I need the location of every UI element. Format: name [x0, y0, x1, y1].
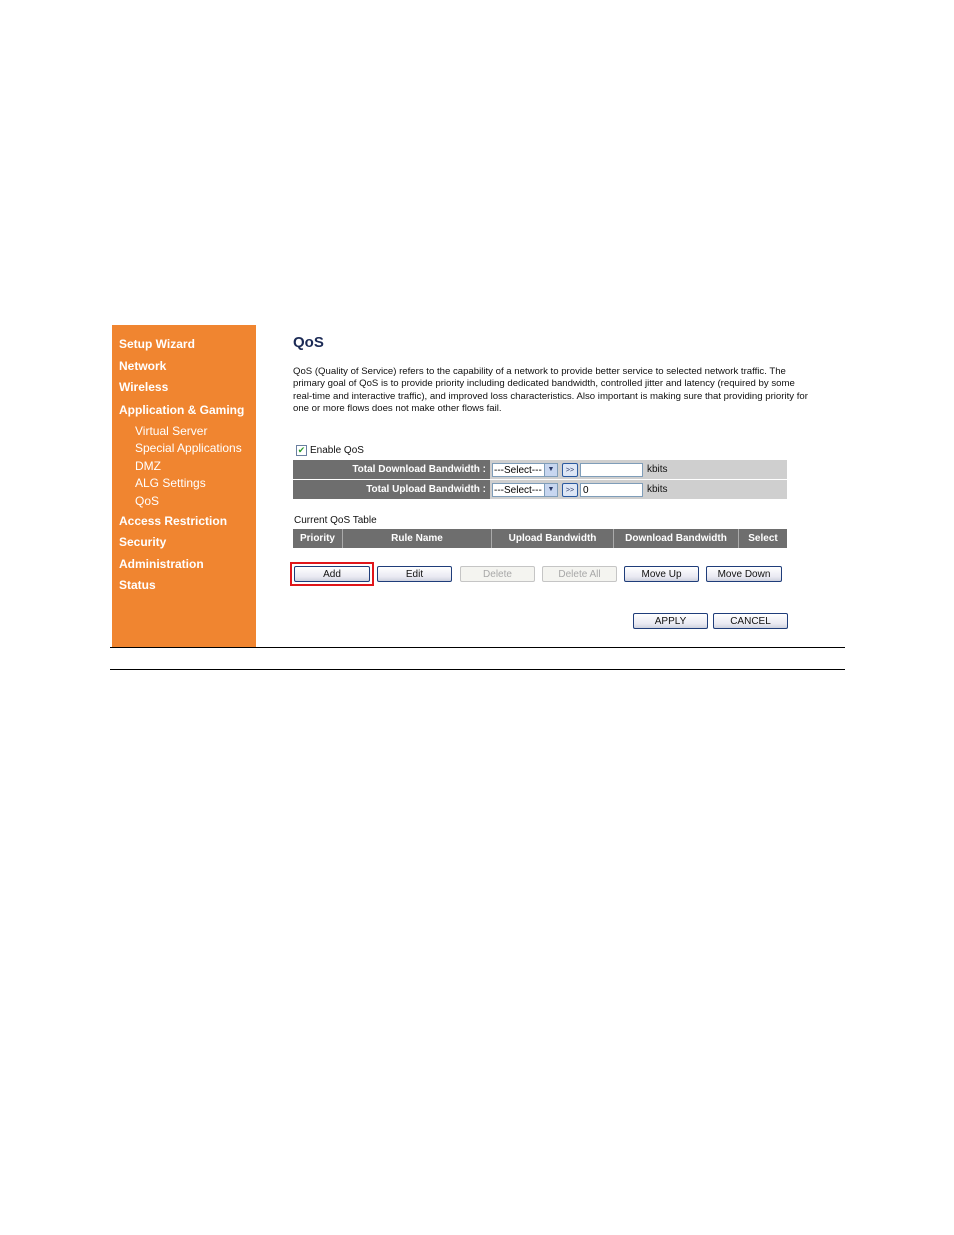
upload-bandwidth-row: Total Upload Bandwidth : ---Select--- ▼ …: [293, 480, 787, 499]
download-bandwidth-label: Total Download Bandwidth :: [293, 460, 490, 479]
move-up-button[interactable]: Move Up: [624, 566, 699, 582]
download-select-value: ---Select---: [494, 464, 542, 476]
download-bandwidth-row: Total Download Bandwidth : ---Select--- …: [293, 460, 787, 479]
upload-bandwidth-input[interactable]: 0: [580, 482, 643, 497]
col-download-bandwidth: Download Bandwidth: [614, 529, 739, 548]
col-rule-name: Rule Name: [343, 529, 492, 548]
page-description: QoS (Quality of Service) refers to the c…: [293, 366, 808, 414]
upload-bandwidth-select[interactable]: ---Select--- ▼: [492, 482, 558, 497]
col-priority: Priority: [293, 529, 343, 548]
add-button[interactable]: Add: [294, 566, 370, 582]
chevron-down-icon: ▼: [544, 483, 557, 496]
chevron-down-icon: ▼: [544, 463, 557, 476]
divider-bottom: [110, 669, 845, 670]
divider-top: [110, 647, 845, 648]
delete-all-button[interactable]: Delete All: [542, 566, 617, 582]
cancel-button[interactable]: CANCEL: [713, 613, 788, 629]
nav-administration[interactable]: Administration: [119, 557, 204, 571]
nav-qos[interactable]: QoS: [135, 494, 159, 508]
download-unit: kbits: [647, 464, 668, 475]
nav-wireless[interactable]: Wireless: [119, 380, 168, 394]
nav-virtual-server[interactable]: Virtual Server: [135, 424, 207, 438]
nav-application-gaming[interactable]: Application & Gaming: [119, 403, 244, 417]
nav-alg-settings[interactable]: ALG Settings: [135, 476, 206, 490]
upload-apply-select-button[interactable]: >>: [562, 482, 578, 497]
qos-table-caption: Current QoS Table: [294, 515, 377, 526]
nav-security[interactable]: Security: [119, 535, 166, 549]
edit-button[interactable]: Edit: [377, 566, 452, 582]
col-upload-bandwidth: Upload Bandwidth: [492, 529, 614, 548]
nav-network[interactable]: Network: [119, 359, 166, 373]
enable-qos-label: Enable QoS: [310, 445, 364, 456]
page-title: QoS: [293, 334, 324, 351]
nav-setup-wizard[interactable]: Setup Wizard: [119, 337, 195, 351]
download-apply-select-button[interactable]: >>: [562, 462, 578, 477]
enable-qos-row: ✔ Enable QoS: [296, 445, 364, 456]
nav-special-applications[interactable]: Special Applications: [135, 441, 242, 455]
nav-status[interactable]: Status: [119, 578, 156, 592]
upload-bandwidth-label: Total Upload Bandwidth :: [293, 480, 490, 499]
nav-dmz[interactable]: DMZ: [135, 459, 161, 473]
enable-qos-checkbox[interactable]: ✔: [296, 445, 307, 456]
sidebar-nav: Setup Wizard Network Wireless Applicatio…: [112, 325, 256, 647]
col-select: Select: [748, 533, 778, 544]
upload-select-value: ---Select---: [494, 484, 542, 496]
nav-access-restriction[interactable]: Access Restriction: [119, 514, 227, 528]
move-down-button[interactable]: Move Down: [706, 566, 782, 582]
download-bandwidth-input[interactable]: [580, 462, 643, 477]
delete-button[interactable]: Delete: [460, 566, 535, 582]
apply-button[interactable]: APPLY: [633, 613, 708, 629]
download-bandwidth-select[interactable]: ---Select--- ▼: [492, 462, 558, 477]
upload-unit: kbits: [647, 484, 668, 495]
qos-table-header: Priority Rule Name Upload Bandwidth Down…: [293, 529, 787, 548]
